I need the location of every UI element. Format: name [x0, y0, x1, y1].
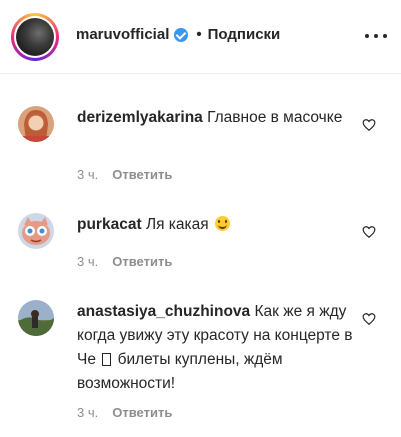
post-header: maruvofficial • Подписки [0, 0, 401, 74]
comment-meta: 3 ч. Ответить [77, 254, 172, 269]
comment-text: derizemlyakarina Главное в масочке [77, 106, 357, 130]
avatar[interactable] [18, 106, 54, 142]
more-dot [365, 34, 369, 38]
reply-button[interactable]: Ответить [112, 405, 172, 420]
avatar-image [18, 213, 54, 249]
comment-time: 3 ч. [77, 167, 99, 182]
comment-text: anastasiya_chuzhinova Как же я жду когда… [77, 300, 357, 396]
heart-outline-icon[interactable] [362, 118, 376, 132]
header-user: maruvofficial • Подписки [76, 26, 280, 43]
comment-time: 3 ч. [77, 405, 99, 420]
comment-username[interactable]: purkacat [77, 216, 142, 233]
comment-body: Ля какая [145, 216, 209, 233]
comment-body: Главное в масочке [207, 109, 343, 126]
story-ring[interactable] [11, 13, 59, 61]
more-dot [374, 34, 378, 38]
header-username[interactable]: maruvofficial [76, 26, 169, 43]
smiling-face-emoji-icon [215, 216, 230, 231]
avatar-image [18, 106, 54, 142]
heart-outline-icon[interactable] [362, 225, 376, 239]
more-options-icon[interactable] [365, 29, 387, 43]
avatar-image [18, 300, 54, 336]
verified-badge-icon [174, 27, 189, 42]
heart-outline-icon[interactable] [362, 312, 376, 326]
comment-meta: 3 ч. Ответить [77, 405, 172, 420]
separator-dot: • [196, 26, 202, 43]
more-dot [383, 34, 387, 38]
comment-meta: 3 ч. Ответить [77, 167, 172, 182]
following-button[interactable]: Подписки [208, 26, 281, 43]
comment-text: purkacat Ля какая [77, 213, 357, 237]
avatar [16, 18, 54, 56]
missing-glyph-icon [102, 353, 112, 366]
reply-button[interactable]: Ответить [112, 167, 172, 182]
avatar[interactable] [18, 300, 54, 336]
comment-username[interactable]: anastasiya_chuzhinova [77, 303, 250, 320]
comment-time: 3 ч. [77, 254, 99, 269]
comment-username[interactable]: derizemlyakarina [77, 109, 203, 126]
avatar-frame [14, 16, 56, 58]
avatar[interactable] [18, 213, 54, 249]
reply-button[interactable]: Ответить [112, 254, 172, 269]
